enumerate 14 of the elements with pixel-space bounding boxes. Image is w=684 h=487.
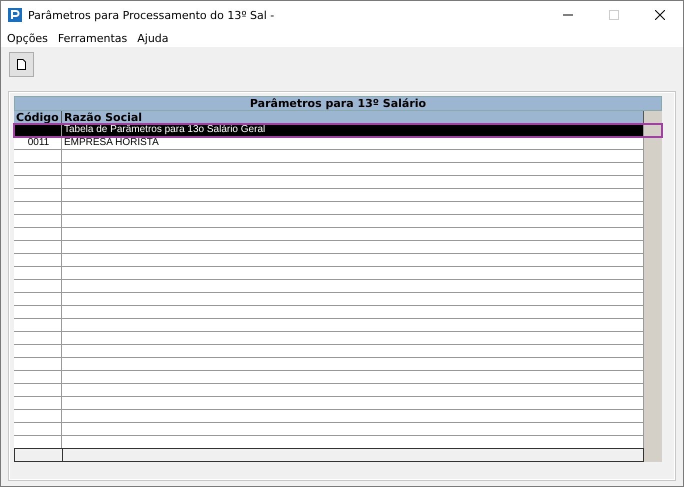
column-header: Código [14,111,62,124]
document-icon [17,58,26,70]
new-document-button[interactable] [9,52,34,76]
grid-title: Parâmetros para 13º Salário [14,96,662,111]
table-cell: EMPRESA HORISTA [62,137,644,150]
maximize-icon [609,10,619,20]
window-title: Parâmetros para Processamento do 13º Sal - [28,8,276,22]
menu-item[interactable]: Ajuda [137,32,169,44]
table-cell: 0011 [14,137,62,150]
menu-item[interactable]: Opções [7,32,48,44]
column-header: Razão Social [62,111,644,124]
app-logo-icon [8,8,22,22]
menu-item[interactable]: Ferramentas [58,32,128,44]
close-icon [655,10,665,20]
